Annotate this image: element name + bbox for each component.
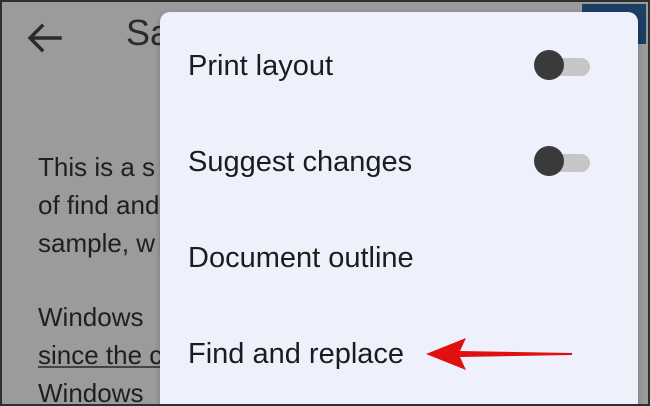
document-text-line: sample, w (38, 228, 156, 258)
menu-item-suggest-changes[interactable]: Suggest changes (160, 114, 638, 210)
menu-item-label: Print layout (188, 50, 334, 82)
red-arrow-annotation-icon (426, 338, 572, 370)
document-text-line: since the c (38, 340, 163, 370)
document-text-line: Windows (38, 378, 144, 406)
menu-item-label: Document outline (188, 242, 414, 274)
suggest-changes-toggle[interactable] (534, 146, 590, 176)
document-text-line: This is a s (38, 152, 156, 182)
back-arrow-icon[interactable] (26, 22, 62, 54)
print-layout-toggle[interactable] (534, 50, 590, 80)
document-text-line: of find and (38, 190, 160, 220)
screen: Sa This is a s of find and sample, w Win… (0, 0, 650, 406)
menu-item-document-outline[interactable]: Document outline (160, 210, 638, 306)
document-text-line: Windows (38, 302, 144, 332)
menu-item-label: Find and replace (188, 338, 405, 370)
menu-item-print-layout[interactable]: Print layout (160, 18, 638, 114)
toggle-thumb (534, 50, 564, 80)
document-paragraph-2: Windows since the c Windows (38, 298, 168, 406)
document-paragraph-1: This is a s of find and sample, w (38, 148, 168, 262)
menu-item-label: Suggest changes (188, 146, 413, 178)
toggle-thumb (534, 146, 564, 176)
